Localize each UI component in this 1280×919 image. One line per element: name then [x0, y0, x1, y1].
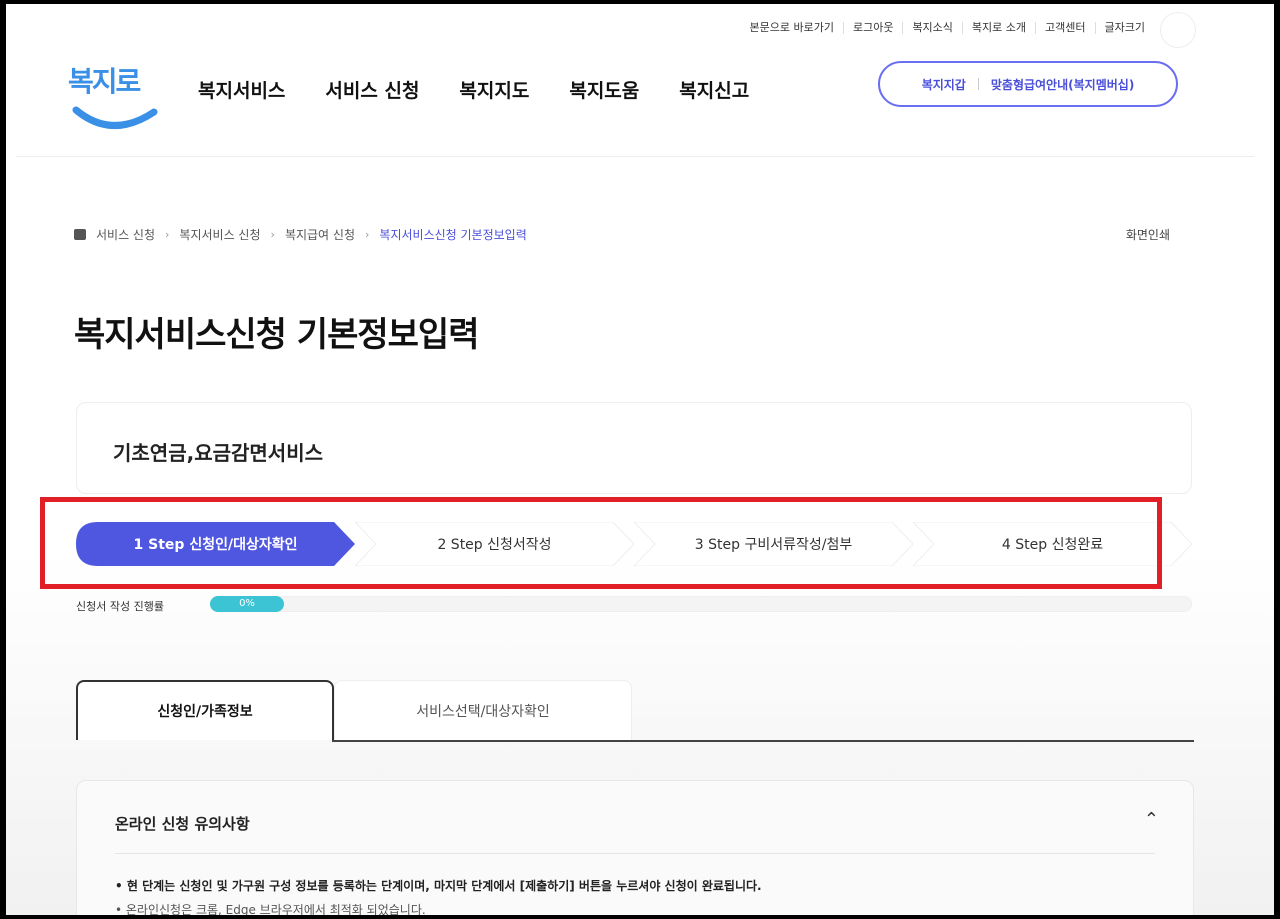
tab-service-target[interactable]: 서비스선택/대상자확인 — [334, 680, 632, 740]
notice-divider — [115, 853, 1155, 854]
nav-welfare-service[interactable]: 복지서비스 — [198, 76, 285, 103]
custom-benefit-link[interactable]: 맞춤형급여안내(복지멤버십) — [991, 76, 1134, 93]
notice-item-2: • 온라인신청은 크롬, Edge 브라우저에서 최적화 되었습니다. — [115, 903, 426, 915]
progress-label: 신청서 작성 진행률 — [76, 600, 164, 613]
home-icon[interactable] — [74, 229, 86, 240]
site-logo[interactable]: 복지로 — [68, 60, 164, 140]
step-3-label: 3 Step 구비서류작성/첨부 — [694, 537, 853, 553]
chevron-right-icon: › — [270, 228, 275, 241]
step-2-label: 2 Step 신청서작성 — [437, 537, 552, 553]
print-button[interactable]: 화면인쇄 — [1126, 226, 1170, 243]
nav-welfare-help[interactable]: 복지도움 — [569, 76, 639, 103]
about-link[interactable]: 복지로 소개 — [961, 22, 1035, 34]
logout-link[interactable]: 로그아웃 — [842, 22, 902, 34]
breadcrumb-item-1[interactable]: 서비스 신청 — [96, 226, 155, 243]
news-link[interactable]: 복지소식 — [902, 22, 961, 34]
header-divider — [16, 156, 1254, 157]
progress-value: 0% — [210, 596, 284, 612]
quick-links-pill: 복지지갑 맞춤형급여안내(복지멤버십) — [878, 61, 1178, 107]
tab-applicant-family[interactable]: 신청인/가족정보 — [76, 680, 334, 740]
breadcrumb-current: 복지서비스신청 기본정보입력 — [379, 228, 527, 242]
step-4-label: 4 Step 신청완료 — [1001, 537, 1104, 553]
skip-to-content-link[interactable]: 본문으로 바로가기 — [740, 22, 842, 34]
service-name: 기초연금,요금감면서비스 — [113, 441, 323, 465]
utility-links: 본문으로 바로가기 로그아웃 복지소식 복지로 소개 고객센터 글자크기 — [740, 22, 1154, 34]
nav-welfare-map[interactable]: 복지지도 — [459, 76, 529, 103]
notice-item-1: • 현 단계는 신청인 및 가구원 구성 정보를 등록하는 단계이며, 마지막 … — [115, 879, 762, 893]
logo-text: 복지로 — [68, 65, 141, 98]
service-name-box: 기초연금,요금감면서비스 — [76, 402, 1192, 494]
customer-center-link[interactable]: 고객센터 — [1035, 22, 1094, 34]
page-title: 복지서비스신청 기본정보입력 — [74, 314, 479, 355]
breadcrumb-item-2[interactable]: 복지서비스 신청 — [179, 226, 260, 243]
notice-heading: 온라인 신청 유의사항 — [115, 815, 250, 833]
tab-baseline — [332, 740, 1194, 742]
main-nav: 복지서비스 서비스 신청 복지지도 복지도움 복지신고 — [198, 76, 749, 103]
nav-welfare-report[interactable]: 복지신고 — [679, 76, 749, 103]
chevron-right-icon: › — [165, 228, 170, 241]
page-frame: 본문으로 바로가기 로그아웃 복지소식 복지로 소개 고객센터 글자크기 복지로… — [6, 4, 1274, 915]
form-tabs: 신청인/가족정보 서비스선택/대상자확인 — [76, 680, 1194, 742]
logo-smile-icon — [72, 106, 158, 129]
notice-panel: 온라인 신청 유의사항 ⌃ • 현 단계는 신청인 및 가구원 구성 정보를 등… — [76, 780, 1194, 915]
breadcrumb: 서비스 신청 › 복지서비스 신청 › 복지급여 신청 › 복지서비스신청 기본… — [74, 226, 527, 243]
font-size-link[interactable]: 글자크기 — [1094, 22, 1154, 34]
step-1-label: 1 Step 신청인/대상자확인 — [133, 537, 298, 553]
breadcrumb-item-3[interactable]: 복지급여 신청 — [285, 226, 355, 243]
chevron-up-icon[interactable]: ⌃ — [1144, 809, 1159, 830]
font-size-circle — [1160, 12, 1196, 48]
nav-service-apply[interactable]: 서비스 신청 — [325, 76, 419, 103]
progress-track — [210, 596, 1192, 612]
welfare-wallet-link[interactable]: 복지지갑 — [922, 76, 966, 93]
chevron-right-icon: › — [365, 228, 370, 241]
pill-divider — [977, 78, 979, 90]
